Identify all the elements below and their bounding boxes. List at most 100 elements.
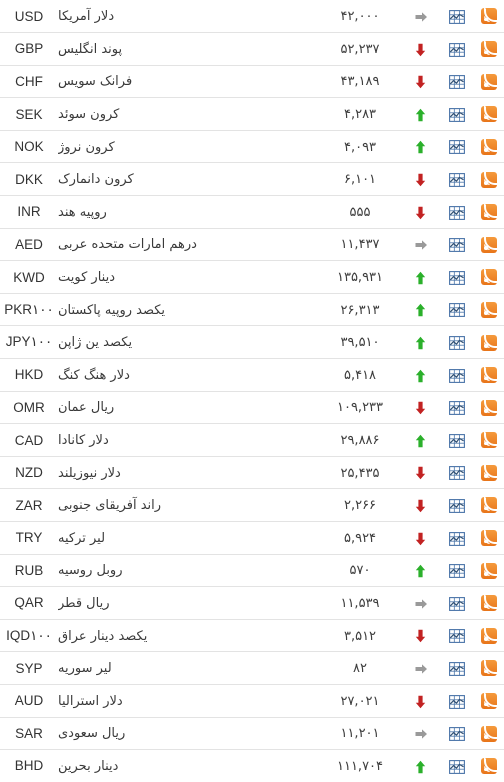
chart-cell[interactable] xyxy=(440,196,474,229)
rss-cell[interactable] xyxy=(474,98,504,131)
chart-icon[interactable] xyxy=(449,368,465,383)
rss-feed-icon[interactable] xyxy=(481,170,499,188)
arrow-down-icon xyxy=(415,401,428,415)
rss-cell[interactable] xyxy=(474,619,504,652)
chart-icon[interactable] xyxy=(449,140,465,155)
rate-value: ۱۱,۲۰۱ xyxy=(340,726,380,742)
chart-cell[interactable] xyxy=(440,587,474,620)
chart-cell[interactable] xyxy=(440,293,474,326)
chart-icon[interactable] xyxy=(449,9,465,24)
chart-icon[interactable] xyxy=(449,401,465,416)
chart-icon[interactable] xyxy=(449,107,465,122)
chart-cell[interactable] xyxy=(440,261,474,294)
rss-cell[interactable] xyxy=(474,489,504,522)
rss-feed-icon[interactable] xyxy=(481,137,499,155)
rss-feed-icon[interactable] xyxy=(481,235,499,253)
chart-icon[interactable] xyxy=(449,662,465,676)
rss-cell[interactable] xyxy=(474,293,504,326)
chart-cell[interactable] xyxy=(440,684,474,717)
chart-cell[interactable] xyxy=(440,652,474,685)
rss-feed-icon[interactable] xyxy=(481,626,499,644)
rss-feed-icon[interactable] xyxy=(481,333,499,351)
chart-cell[interactable] xyxy=(440,0,474,33)
rss-cell[interactable] xyxy=(474,750,504,782)
chart-cell[interactable] xyxy=(440,717,474,750)
rss-cell[interactable] xyxy=(474,587,504,620)
rss-cell[interactable] xyxy=(474,522,504,555)
rss-cell[interactable] xyxy=(474,130,504,163)
currency-name-cell: دلار آمریکا xyxy=(58,0,316,33)
rss-cell[interactable] xyxy=(474,163,504,196)
rss-feed-icon[interactable] xyxy=(481,724,499,742)
rss-feed-icon[interactable] xyxy=(481,6,499,25)
chart-icon[interactable] xyxy=(449,303,465,318)
rss-cell[interactable] xyxy=(474,261,504,294)
chart-icon[interactable] xyxy=(449,336,465,350)
chart-cell[interactable] xyxy=(440,489,474,522)
rss-cell[interactable] xyxy=(474,228,504,261)
rss-cell[interactable] xyxy=(474,652,504,685)
rss-feed-icon[interactable] xyxy=(481,593,499,612)
rss-feed-icon[interactable] xyxy=(481,365,499,384)
chart-icon[interactable] xyxy=(449,42,465,57)
chart-icon[interactable] xyxy=(449,727,465,742)
rss-cell[interactable] xyxy=(474,326,504,359)
chart-cell[interactable] xyxy=(440,522,474,555)
rss-cell[interactable] xyxy=(474,717,504,750)
chart-cell[interactable] xyxy=(440,359,474,392)
rss-feed-icon[interactable] xyxy=(481,267,499,286)
chart-cell[interactable] xyxy=(440,65,474,98)
rss-cell[interactable] xyxy=(474,424,504,457)
rss-feed-icon[interactable] xyxy=(481,463,499,481)
chart-icon[interactable] xyxy=(449,596,465,611)
chart-cell[interactable] xyxy=(440,33,474,66)
rss-feed-icon[interactable] xyxy=(481,300,499,318)
rss-cell[interactable] xyxy=(474,456,504,489)
chart-cell[interactable] xyxy=(440,228,474,261)
chart-icon[interactable] xyxy=(449,75,465,90)
rss-feed-icon[interactable] xyxy=(481,39,499,58)
rss-feed-icon[interactable] xyxy=(481,430,499,449)
rss-feed-icon[interactable] xyxy=(481,528,499,547)
chart-cell[interactable] xyxy=(440,98,474,131)
rss-feed-icon[interactable] xyxy=(481,202,499,221)
chart-cell[interactable] xyxy=(440,424,474,457)
chart-icon[interactable] xyxy=(449,466,465,481)
chart-icon[interactable] xyxy=(449,629,465,644)
chart-icon[interactable] xyxy=(449,531,465,546)
rss-feed-icon[interactable] xyxy=(481,398,499,416)
rss-feed-icon[interactable] xyxy=(481,495,499,514)
rss-feed-icon[interactable] xyxy=(481,691,499,710)
chart-cell[interactable] xyxy=(440,554,474,587)
rss-feed-icon[interactable] xyxy=(481,561,499,579)
rss-cell[interactable] xyxy=(474,65,504,98)
chart-icon[interactable] xyxy=(449,270,465,285)
rss-cell[interactable] xyxy=(474,554,504,587)
rss-cell[interactable] xyxy=(474,33,504,66)
rss-feed-icon[interactable] xyxy=(481,72,499,90)
rss-feed-icon[interactable] xyxy=(481,756,499,775)
chart-cell[interactable] xyxy=(440,163,474,196)
chart-icon[interactable] xyxy=(449,694,465,709)
chart-icon[interactable] xyxy=(449,238,465,253)
rss-cell[interactable] xyxy=(474,0,504,33)
chart-icon[interactable] xyxy=(449,564,465,579)
rss-cell[interactable] xyxy=(474,359,504,392)
chart-icon[interactable] xyxy=(449,499,465,513)
rss-cell[interactable] xyxy=(474,684,504,717)
chart-cell[interactable] xyxy=(440,750,474,782)
chart-cell[interactable] xyxy=(440,326,474,359)
chart-icon[interactable] xyxy=(449,759,465,774)
chart-cell[interactable] xyxy=(440,619,474,652)
chart-icon[interactable] xyxy=(449,205,465,220)
rss-cell[interactable] xyxy=(474,391,504,424)
chart-cell[interactable] xyxy=(440,130,474,163)
chart-cell[interactable] xyxy=(440,391,474,424)
chart-cell[interactable] xyxy=(440,456,474,489)
chart-icon[interactable] xyxy=(449,173,465,187)
rss-cell[interactable] xyxy=(474,196,504,229)
rss-feed-icon[interactable] xyxy=(481,104,499,123)
rss-feed-icon[interactable] xyxy=(481,658,499,677)
currency-name-cell: فرانک سویس xyxy=(58,65,316,98)
chart-icon[interactable] xyxy=(449,433,465,448)
